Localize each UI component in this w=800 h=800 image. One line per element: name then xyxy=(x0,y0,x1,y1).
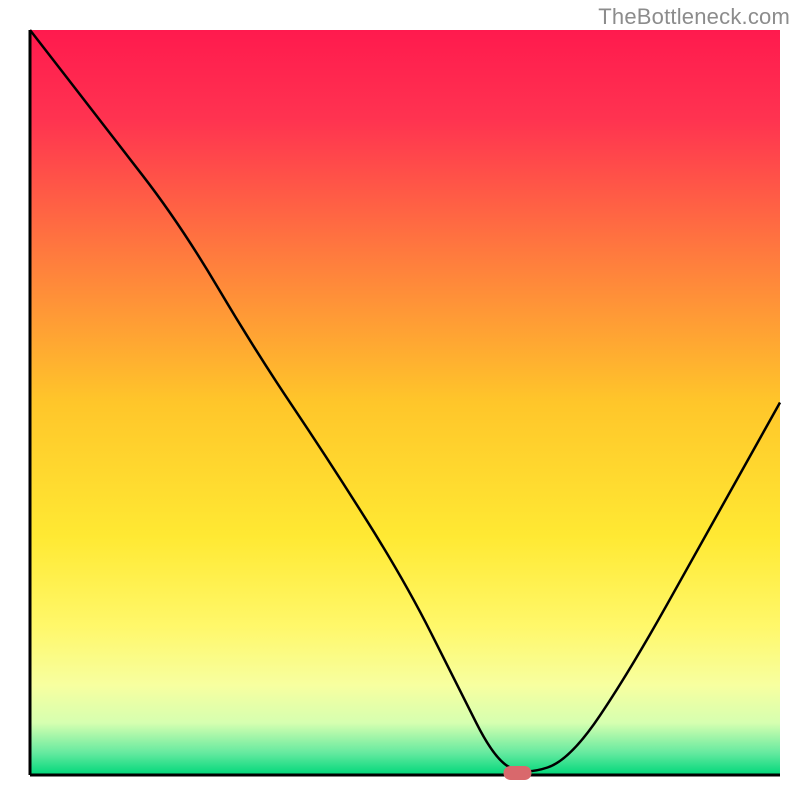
watermark-text: TheBottleneck.com xyxy=(598,4,790,30)
plot-background xyxy=(30,30,780,775)
bottleneck-chart xyxy=(0,0,800,800)
chart-stage: TheBottleneck.com xyxy=(0,0,800,800)
highlight-pill xyxy=(504,766,532,780)
